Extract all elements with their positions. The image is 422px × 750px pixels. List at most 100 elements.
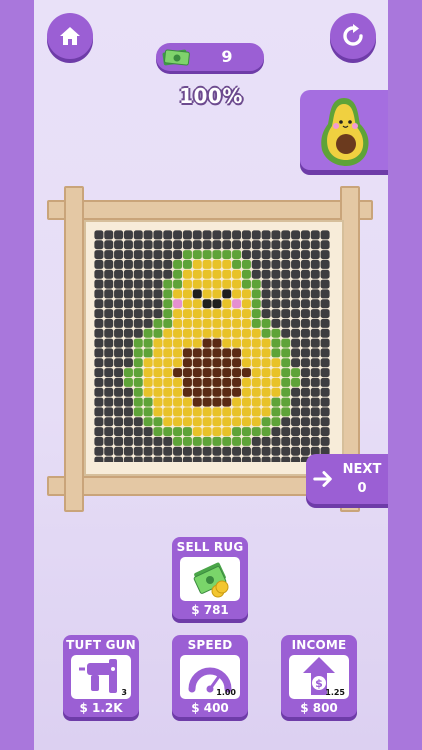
rug-tuft — [153, 259, 163, 269]
rug-tuft — [320, 397, 330, 407]
rug-tuft — [232, 436, 242, 446]
rug-tuft — [114, 368, 124, 378]
rug-tuft — [320, 338, 330, 348]
rug-tuft — [163, 240, 173, 250]
rug-tuft — [114, 387, 124, 397]
rug-tuft — [310, 436, 320, 446]
rug-tuft — [320, 407, 330, 417]
rug-tuft — [153, 318, 163, 328]
rug-tuft — [291, 250, 301, 260]
rug-tuft — [173, 456, 183, 462]
rug-tuft — [143, 407, 153, 417]
rug-tuft — [271, 427, 281, 437]
restart-button[interactable] — [330, 13, 376, 59]
rug-tuft — [271, 397, 281, 407]
rug-tuft — [310, 358, 320, 368]
rug-tuft — [104, 456, 114, 462]
rug-tuft — [94, 377, 104, 387]
rug-tuft — [291, 377, 301, 387]
rug-tuft — [153, 338, 163, 348]
home-button[interactable] — [47, 13, 93, 59]
rug-tuft — [104, 427, 114, 437]
rug-tuft — [202, 407, 212, 417]
rug-tuft — [163, 427, 173, 437]
rug-tuft — [310, 417, 320, 427]
target-preview — [300, 90, 388, 170]
rug-tuft — [143, 289, 153, 299]
rug-tuft — [281, 446, 291, 456]
rug-tuft — [251, 269, 261, 279]
rug-tuft — [173, 377, 183, 387]
rug-tuft — [232, 397, 242, 407]
rug-tuft — [202, 289, 212, 299]
rug-tuft — [261, 230, 271, 240]
rug-tuft — [261, 318, 271, 328]
rug-tuft — [114, 377, 124, 387]
rug-tuft — [241, 436, 251, 446]
rug-tuft — [94, 230, 104, 240]
rug-tuft — [291, 368, 301, 378]
next-button[interactable]: NEXT 0 — [306, 454, 388, 504]
rug-tuft — [300, 348, 310, 358]
rug-tuft — [94, 309, 104, 319]
speed-upgrade-button[interactable]: SPEED 1.00 $ 400 — [172, 635, 248, 717]
rug-tuft — [163, 377, 173, 387]
tuft-gun-upgrade-button[interactable]: TUFT GUN 3 $ 1.2K — [63, 635, 139, 717]
rug-tuft — [300, 427, 310, 437]
rug-tuft — [182, 289, 192, 299]
rug-tuft — [143, 318, 153, 328]
rug-tuft — [133, 328, 143, 338]
rug-tuft — [153, 427, 163, 437]
rug-tuft — [281, 318, 291, 328]
rug-tuft — [173, 269, 183, 279]
sell-rug-button[interactable]: SELL RUG $ 781 — [172, 537, 248, 619]
rug-tuft — [133, 338, 143, 348]
rug-tuft — [261, 446, 271, 456]
rug-tuft — [310, 407, 320, 417]
rug-tuft — [182, 279, 192, 289]
income-upgrade-button[interactable]: INCOME $ 1.25 $ 800 — [281, 635, 357, 717]
rug-tuft — [261, 407, 271, 417]
svg-text:$: $ — [315, 677, 323, 690]
rug-tuft — [212, 446, 222, 456]
rug-tuft — [222, 417, 232, 427]
rug-tuft — [232, 269, 242, 279]
rug-tuft — [104, 269, 114, 279]
rug-tuft — [241, 377, 251, 387]
rug-tuft — [232, 348, 242, 358]
rug-tuft — [232, 387, 242, 397]
rug-tuft — [310, 269, 320, 279]
rug-tuft — [241, 289, 251, 299]
rug-tuft — [173, 397, 183, 407]
rug-tuft — [291, 279, 301, 289]
rug-tuft — [114, 338, 124, 348]
rug-tuft — [104, 318, 114, 328]
rug-tuft — [104, 446, 114, 456]
speed-level: 1.00 — [216, 688, 236, 697]
rug-tuft — [163, 387, 173, 397]
rug-tuft — [182, 309, 192, 319]
rug-tuft — [310, 318, 320, 328]
rug-tuft — [202, 279, 212, 289]
rug-tuft — [291, 289, 301, 299]
rug-tuft — [123, 230, 133, 240]
rug-tuft — [222, 318, 232, 328]
rug-tuft — [192, 377, 202, 387]
rug-tuft — [212, 299, 222, 309]
rug-tuft — [143, 348, 153, 358]
rug-tuft — [182, 328, 192, 338]
rug-tuft — [153, 446, 163, 456]
rug-tuft — [251, 299, 261, 309]
rug-tuft — [251, 427, 261, 437]
rug-tuft — [182, 377, 192, 387]
rug-tuft — [232, 259, 242, 269]
rug-tuft — [212, 368, 222, 378]
rug-tuft — [261, 348, 271, 358]
rug-tuft — [202, 240, 212, 250]
rug-tuft — [291, 397, 301, 407]
rug-tuft — [271, 338, 281, 348]
rug-tuft — [222, 230, 232, 240]
rug-tuft — [192, 446, 202, 456]
rug-tuft — [291, 427, 301, 437]
rug-tuft — [232, 299, 242, 309]
